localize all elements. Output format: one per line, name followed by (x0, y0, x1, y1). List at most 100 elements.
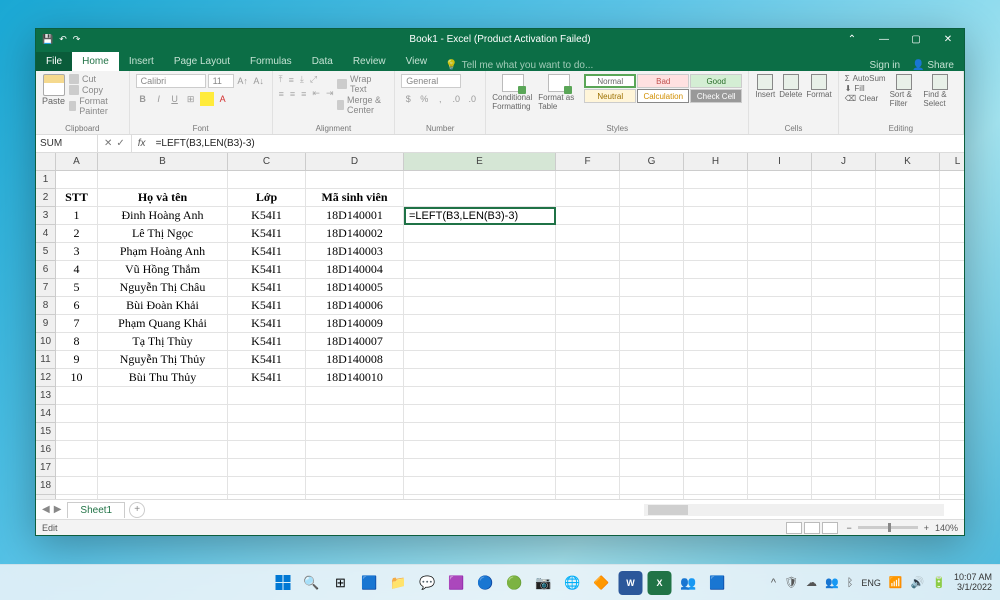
col-header-L[interactable]: L (940, 153, 964, 171)
tab-file[interactable]: File (36, 52, 72, 71)
row-header-18[interactable]: 18 (36, 477, 56, 495)
format-cells-button[interactable]: Format (806, 74, 831, 99)
cell-A14[interactable] (56, 405, 98, 423)
undo-icon[interactable]: ↶ (59, 34, 67, 45)
cell-J3[interactable] (812, 207, 876, 225)
cell-K7[interactable] (876, 279, 940, 297)
language-indicator[interactable]: ENG (861, 578, 881, 588)
cell-F12[interactable] (556, 369, 620, 387)
spreadsheet-grid[interactable]: ABCDEFGHIJKL 123456789101112131415161718… (36, 153, 964, 499)
cancel-formula-icon[interactable]: ✕ (104, 138, 112, 149)
cell-E2[interactable] (404, 189, 556, 207)
cell-K1[interactable] (876, 171, 940, 189)
cell-I11[interactable] (748, 351, 812, 369)
align-top-icon[interactable]: ⤒ (279, 74, 283, 85)
row-header-14[interactable]: 14 (36, 405, 56, 423)
cell-H11[interactable] (684, 351, 748, 369)
cell-I8[interactable] (748, 297, 812, 315)
row-header-1[interactable]: 1 (36, 171, 56, 189)
row-header-16[interactable]: 16 (36, 441, 56, 459)
sheet-tab[interactable]: Sheet1 (67, 502, 125, 518)
cell-B1[interactable] (98, 171, 228, 189)
cell-D5[interactable]: 18D140003 (306, 243, 404, 261)
cell-A8[interactable]: 6 (56, 297, 98, 315)
cell-F9[interactable] (556, 315, 620, 333)
cell-I3[interactable] (748, 207, 812, 225)
cell-G19[interactable] (620, 495, 684, 499)
cell-K4[interactable] (876, 225, 940, 243)
cell-J16[interactable] (812, 441, 876, 459)
teams-tray-icon[interactable]: 👥 (825, 576, 839, 589)
merge-center-button[interactable]: Merge & Center (337, 95, 388, 115)
cell-I12[interactable] (748, 369, 812, 387)
row-header-15[interactable]: 15 (36, 423, 56, 441)
row-header-6[interactable]: 6 (36, 261, 56, 279)
name-box[interactable]: SUM (36, 135, 98, 152)
cell-I18[interactable] (748, 477, 812, 495)
cell-F17[interactable] (556, 459, 620, 477)
align-middle-icon[interactable]: ≡ (289, 75, 294, 85)
cell-L5[interactable] (940, 243, 964, 261)
cell-D19[interactable] (306, 495, 404, 499)
cell-H15[interactable] (684, 423, 748, 441)
cell-J19[interactable] (812, 495, 876, 499)
cell-E17[interactable] (404, 459, 556, 477)
cell-D7[interactable]: 18D140005 (306, 279, 404, 297)
cell-C19[interactable] (228, 495, 306, 499)
cell-G16[interactable] (620, 441, 684, 459)
italic-button[interactable]: I (152, 92, 166, 106)
cell-C4[interactable]: K54I1 (228, 225, 306, 243)
cell-C7[interactable]: K54I1 (228, 279, 306, 297)
view-break-icon[interactable] (822, 522, 838, 534)
zoom-out-icon[interactable]: − (846, 523, 851, 533)
cell-E4[interactable] (404, 225, 556, 243)
sheet-prev-icon[interactable]: ◀ (42, 504, 50, 515)
cell-C3[interactable]: K54I1 (228, 207, 306, 225)
cell-H13[interactable] (684, 387, 748, 405)
cell-I14[interactable] (748, 405, 812, 423)
cell-F5[interactable] (556, 243, 620, 261)
cell-I4[interactable] (748, 225, 812, 243)
cell-I6[interactable] (748, 261, 812, 279)
cell-G17[interactable] (620, 459, 684, 477)
cell-J2[interactable] (812, 189, 876, 207)
share-button[interactable]: 👤 Share (912, 60, 954, 71)
cell-G2[interactable] (620, 189, 684, 207)
cell-B17[interactable] (98, 459, 228, 477)
cell-G12[interactable] (620, 369, 684, 387)
cell-G14[interactable] (620, 405, 684, 423)
app-icon[interactable]: 🔶 (590, 571, 614, 595)
font-size-select[interactable]: 11 (208, 74, 234, 88)
row-header-17[interactable]: 17 (36, 459, 56, 477)
cell-E3[interactable]: =LEFT(B3,LEN(B3)-3) (404, 207, 556, 225)
cell-D17[interactable] (306, 459, 404, 477)
widgets-icon[interactable]: 🟦 (358, 571, 382, 595)
cell-E13[interactable] (404, 387, 556, 405)
cell-A16[interactable] (56, 441, 98, 459)
col-header-F[interactable]: F (556, 153, 620, 171)
cell-K6[interactable] (876, 261, 940, 279)
cell-J11[interactable] (812, 351, 876, 369)
cell-D6[interactable]: 18D140004 (306, 261, 404, 279)
cell-H9[interactable] (684, 315, 748, 333)
style-calculation[interactable]: Calculation (637, 89, 689, 103)
cell-L11[interactable] (940, 351, 964, 369)
cell-C11[interactable]: K54I1 (228, 351, 306, 369)
cell-B11[interactable]: Nguyễn Thị Thủy (98, 351, 228, 369)
chat-icon[interactable]: 💬 (416, 571, 440, 595)
cell-G1[interactable] (620, 171, 684, 189)
cell-E16[interactable] (404, 441, 556, 459)
cell-J6[interactable] (812, 261, 876, 279)
cell-I17[interactable] (748, 459, 812, 477)
cell-A3[interactable]: 1 (56, 207, 98, 225)
cell-E8[interactable] (404, 297, 556, 315)
cell-H5[interactable] (684, 243, 748, 261)
cell-A12[interactable]: 10 (56, 369, 98, 387)
instagram-icon[interactable]: 📷 (532, 571, 556, 595)
task-view-icon[interactable]: ⊞ (329, 571, 353, 595)
cell-B19[interactable] (98, 495, 228, 499)
enter-formula-icon[interactable]: ✓ (116, 138, 124, 149)
cell-D18[interactable] (306, 477, 404, 495)
cell-D4[interactable]: 18D140002 (306, 225, 404, 243)
fx-icon[interactable]: fx (132, 138, 152, 149)
